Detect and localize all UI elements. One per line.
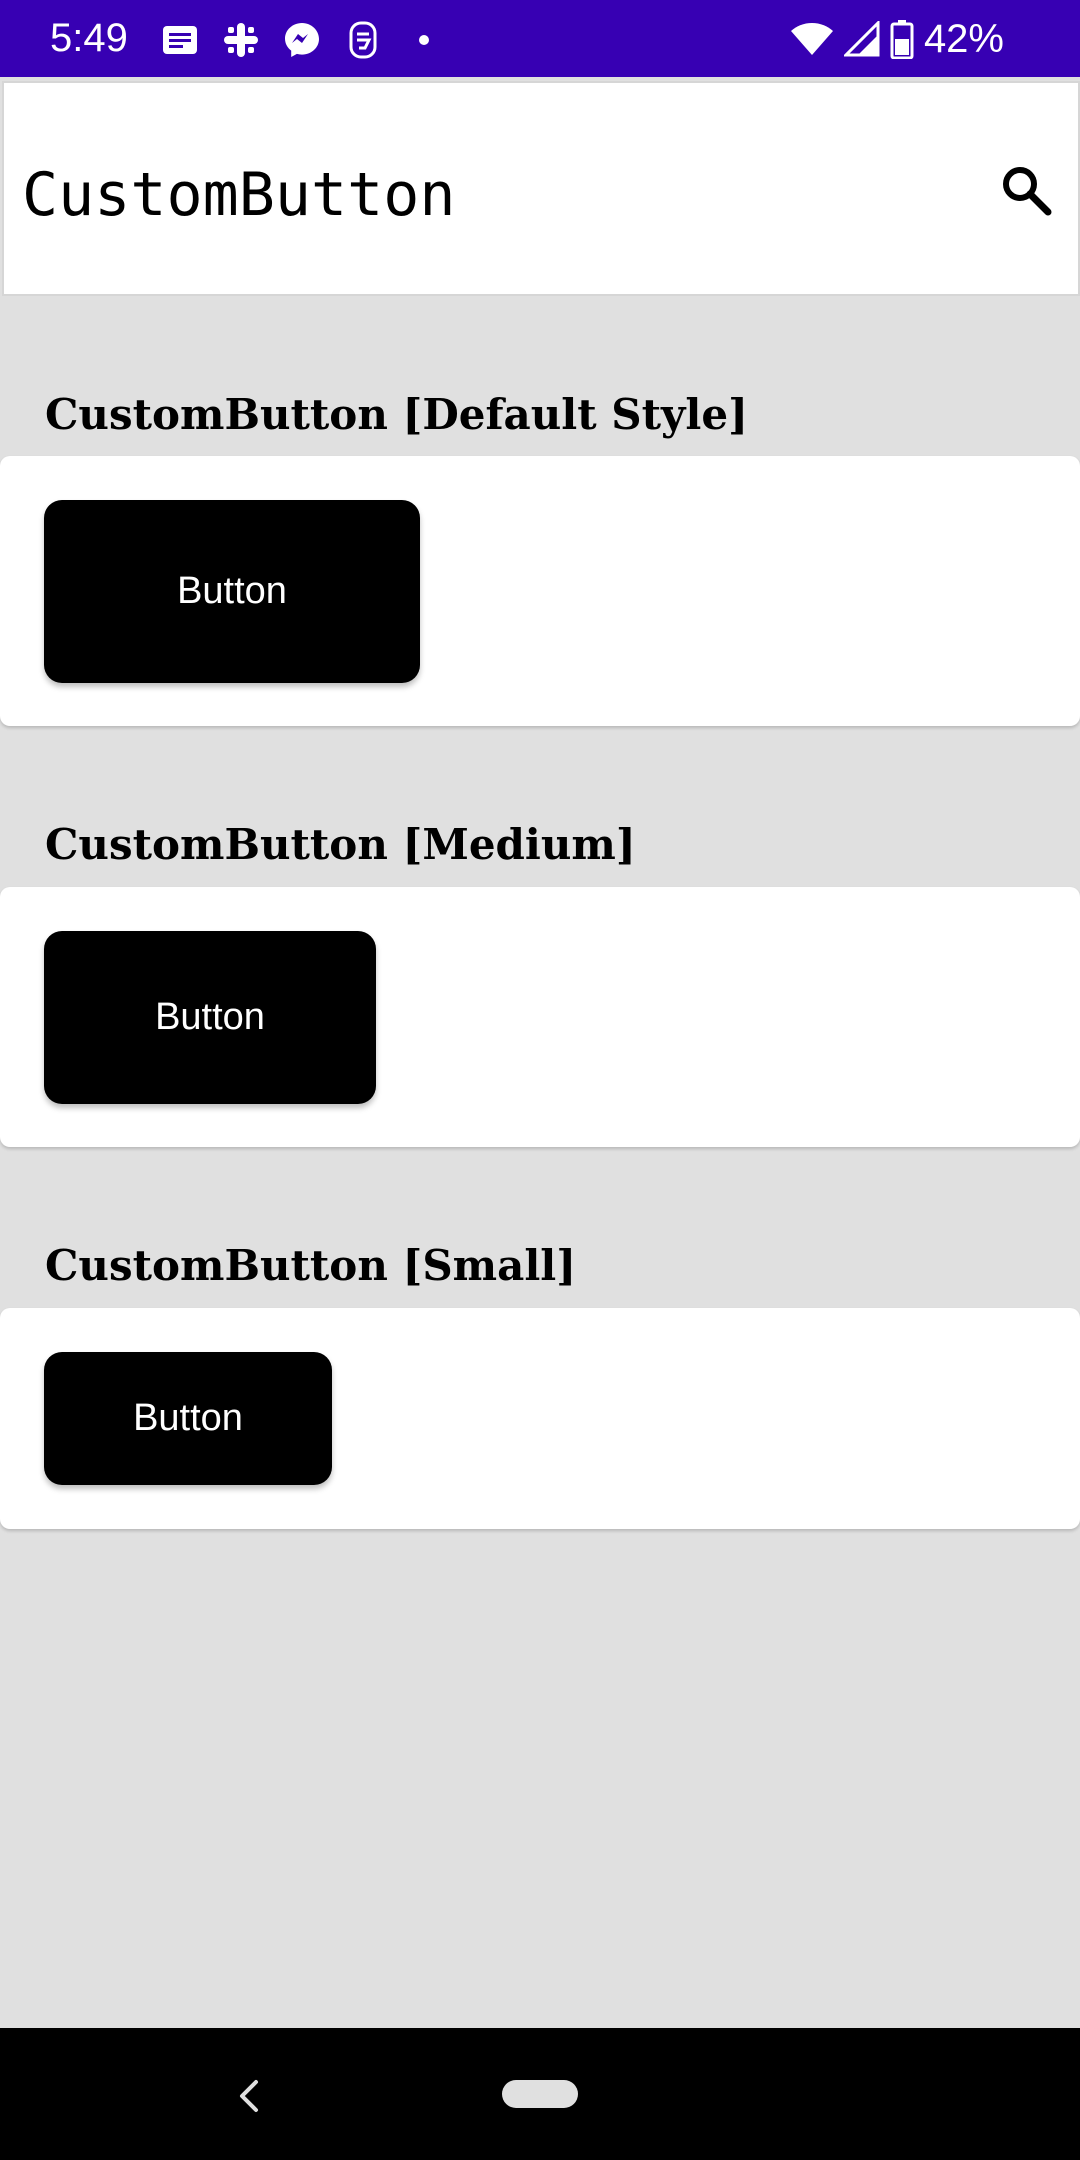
card-small: Button [0,1308,1080,1529]
dot-icon [402,18,446,62]
search-icon [1003,167,1052,216]
section-title-default: CustomButton [Default Style] [45,390,748,439]
messenger-icon [280,18,324,62]
status-time: 5:49 [50,16,128,60]
battery-icon [890,19,914,59]
status-bar: 5:49 42% [0,0,1080,77]
navigation-bar [0,2028,1080,2160]
app-icon [341,18,385,62]
signal-icon [843,21,880,57]
back-icon [240,2080,258,2112]
app-bar: CustomButton [2,81,1080,296]
wifi-icon [790,21,834,57]
home-pill-icon[interactable] [502,2080,578,2108]
section-title-small: CustomButton [Small] [45,1241,577,1290]
custom-button-default[interactable]: Button [44,500,420,683]
news-icon [158,18,202,62]
page-title: CustomButton [22,160,456,230]
search-button[interactable] [994,158,1058,222]
slack-icon [219,18,263,62]
notification-icons [158,18,463,62]
custom-button-medium[interactable]: Button [44,931,376,1104]
section-title-medium: CustomButton [Medium] [45,820,636,869]
custom-button-small[interactable]: Button [44,1352,332,1485]
back-button[interactable] [220,2068,276,2124]
battery-percentage: 42% [923,17,1004,61]
system-icons: 42% [780,14,1004,64]
card-medium: Button [0,887,1080,1147]
card-default: Button [0,456,1080,726]
